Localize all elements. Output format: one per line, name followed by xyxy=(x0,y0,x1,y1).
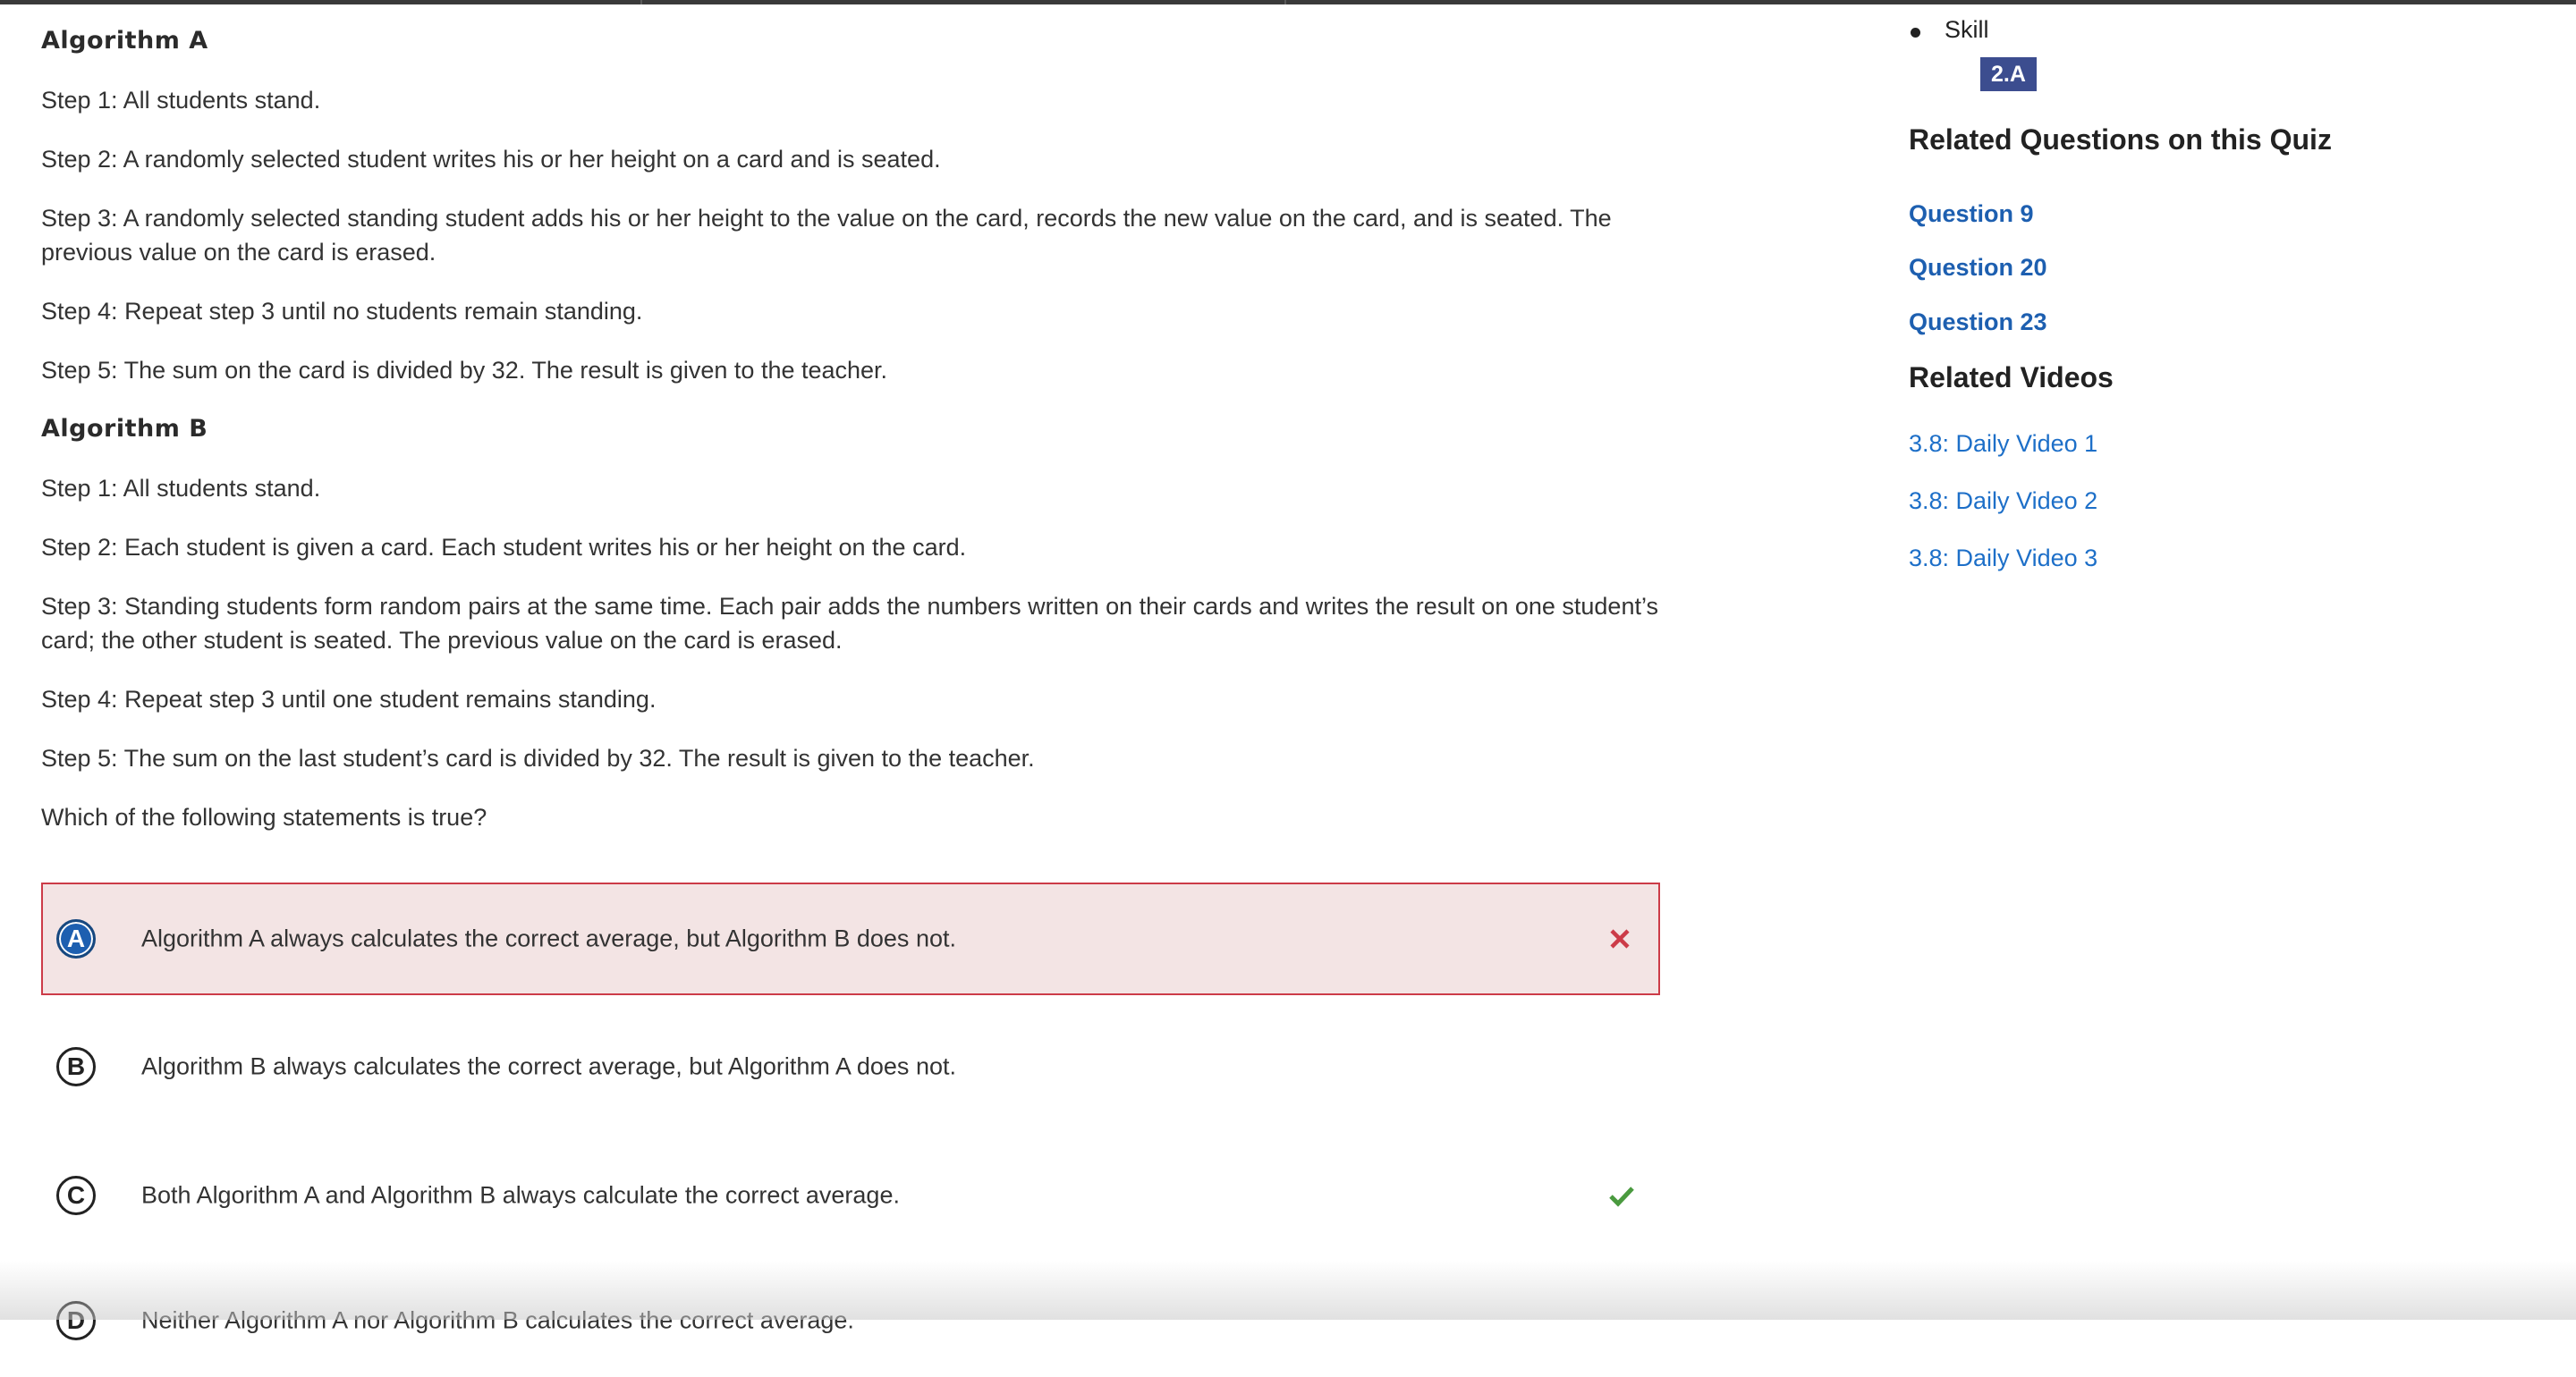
bullet-icon xyxy=(1911,28,1920,38)
algorithm-b-step: Step 1: All students stand. xyxy=(41,475,321,502)
related-video-link[interactable]: 3.8: Daily Video 3 xyxy=(1909,545,2097,572)
answer-option-c[interactable]: C Both Algorithm A and Algorithm B alway… xyxy=(41,1139,1660,1252)
skill-list-item: Skill xyxy=(1911,16,1989,44)
related-questions-heading: Related Questions on this Quiz xyxy=(1909,123,2332,156)
related-question-link[interactable]: Question 9 xyxy=(1909,200,2034,228)
x-icon xyxy=(1610,929,1630,949)
answer-letter-badge: A xyxy=(56,919,96,959)
scroll-fade-overlay xyxy=(0,1261,2576,1320)
skill-code-badge: 2.A xyxy=(1980,57,2037,91)
answer-letter-badge: C xyxy=(56,1176,96,1215)
related-video-link[interactable]: 3.8: Daily Video 1 xyxy=(1909,430,2097,458)
answer-text: Algorithm B always calculates the correc… xyxy=(141,1052,956,1080)
answer-option-b[interactable]: B Algorithm B always calculates the corr… xyxy=(41,1010,1660,1123)
top-strip-divider xyxy=(1284,0,1286,4)
algorithm-b-step: Step 5: The sum on the last student’s ca… xyxy=(41,745,1035,772)
checkmark-icon xyxy=(1609,1187,1634,1207)
window-top-strip xyxy=(0,0,2576,4)
algorithm-a-step: Step 3: A randomly selected standing stu… xyxy=(41,205,1612,266)
answer-option-a[interactable]: A Algorithm A always calculates the corr… xyxy=(41,883,1660,995)
question-prompt: Which of the following statements is tru… xyxy=(41,804,487,831)
related-videos-heading: Related Videos xyxy=(1909,361,2114,393)
related-question-link[interactable]: Question 23 xyxy=(1909,308,2047,336)
algorithm-b-step: Step 2: Each student is given a card. Ea… xyxy=(41,534,967,561)
algorithm-b-step: Step 3: Standing students form random pa… xyxy=(41,593,1658,654)
answer-text: Algorithm A always calculates the correc… xyxy=(141,925,956,952)
related-question-link[interactable]: Question 20 xyxy=(1909,254,2047,282)
algorithm-a-heading: Algorithm A xyxy=(41,27,208,55)
answer-text: Both Algorithm A and Algorithm B always … xyxy=(141,1181,900,1209)
algorithm-b-heading: Algorithm B xyxy=(41,415,208,443)
algorithm-a-step: Step 4: Repeat step 3 until no students … xyxy=(41,298,643,325)
algorithm-b-step: Step 4: Repeat step 3 until one student … xyxy=(41,686,657,713)
skill-label: Skill xyxy=(1945,16,1989,43)
algorithm-a-step: Step 5: The sum on the card is divided b… xyxy=(41,357,888,384)
answer-letter-badge: B xyxy=(56,1047,96,1086)
algorithm-a-step: Step 2: A randomly selected student writ… xyxy=(41,146,941,173)
algorithm-a-step: Step 1: All students stand. xyxy=(41,87,321,114)
top-strip-divider xyxy=(640,0,642,4)
related-video-link[interactable]: 3.8: Daily Video 2 xyxy=(1909,487,2097,515)
